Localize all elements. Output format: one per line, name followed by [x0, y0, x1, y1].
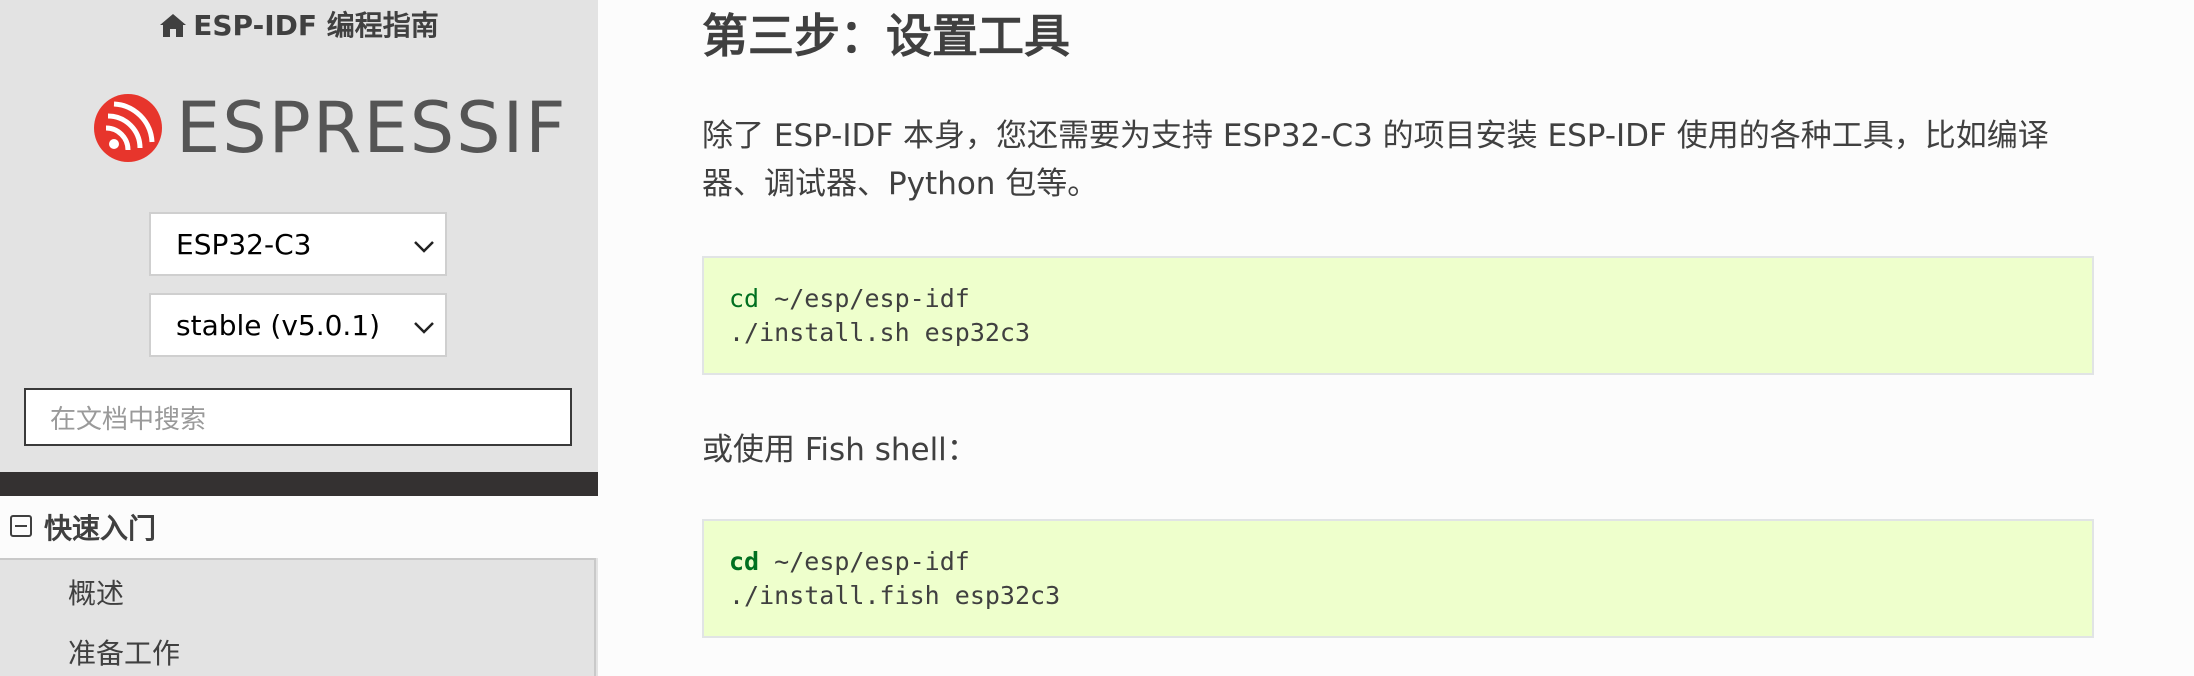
search-placeholder: 在文档中搜索: [50, 404, 207, 435]
project-title-link[interactable]: ESP-IDF 编程指南: [0, 4, 598, 45]
version-select[interactable]: stable (v5.0.1): [149, 293, 447, 357]
logo-wordmark: ESPRESSIF: [176, 87, 568, 169]
search-input[interactable]: 在文档中搜索: [24, 388, 572, 446]
project-title: ESP-IDF 编程指南: [193, 9, 439, 42]
espressif-logo-mark: [94, 94, 162, 162]
code-block-bash[interactable]: cd ~/esp/esp-idf ./install.sh esp32c3: [702, 256, 2094, 375]
chevron-down-icon: [413, 228, 435, 261]
code-block-fish[interactable]: cd ~/esp/esp-idf ./install.fish esp32c3: [702, 519, 2094, 638]
intro-paragraph: 除了 ESP-IDF 本身，您还需要为支持 ESP32-C3 的项目安装 ESP…: [702, 118, 2049, 202]
collapse-icon[interactable]: [10, 511, 32, 544]
code-line: ./install.fish esp32c3: [729, 581, 1061, 610]
nav-item-label: 快速入门: [44, 512, 157, 545]
nav-item-preparation[interactable]: 准备工作: [68, 632, 180, 672]
main-content: 第三步：设置工具 除了 ESP-IDF 本身，您还需要为支持 ESP32-C3 …: [598, 0, 2194, 676]
code-text: ~/esp/esp-idf: [759, 284, 970, 313]
version-select-value: stable (v5.0.1): [176, 308, 381, 342]
sidebar: ESP-IDF 编程指南 ESPRESSIF ESP32-C3 stable (…: [0, 0, 598, 676]
section-heading: 第三步：设置工具: [702, 9, 1070, 63]
target-select[interactable]: ESP32-C3: [149, 212, 447, 276]
nav-subitems: 概述 准备工作: [0, 558, 596, 676]
target-select-value: ESP32-C3: [176, 227, 312, 261]
code-line: ./install.sh esp32c3: [729, 318, 1031, 347]
fish-intro: 或使用 Fish shell：: [702, 432, 978, 468]
nav-item-quickstart[interactable]: 快速入门: [0, 496, 598, 558]
home-icon: [159, 12, 187, 45]
espressif-logo[interactable]: ESPRESSIF: [92, 92, 568, 164]
chevron-down-icon: [413, 309, 435, 342]
code-line: cd ~/esp/esp-idf: [729, 282, 2092, 316]
nav-item-overview[interactable]: 概述: [68, 572, 124, 612]
code-keyword: cd: [729, 547, 760, 576]
sidebar-divider: [0, 472, 598, 496]
code-text: ~/esp/esp-idf: [759, 547, 970, 576]
code-keyword: cd: [729, 284, 760, 313]
code-line: cd ~/esp/esp-idf: [729, 545, 2092, 579]
